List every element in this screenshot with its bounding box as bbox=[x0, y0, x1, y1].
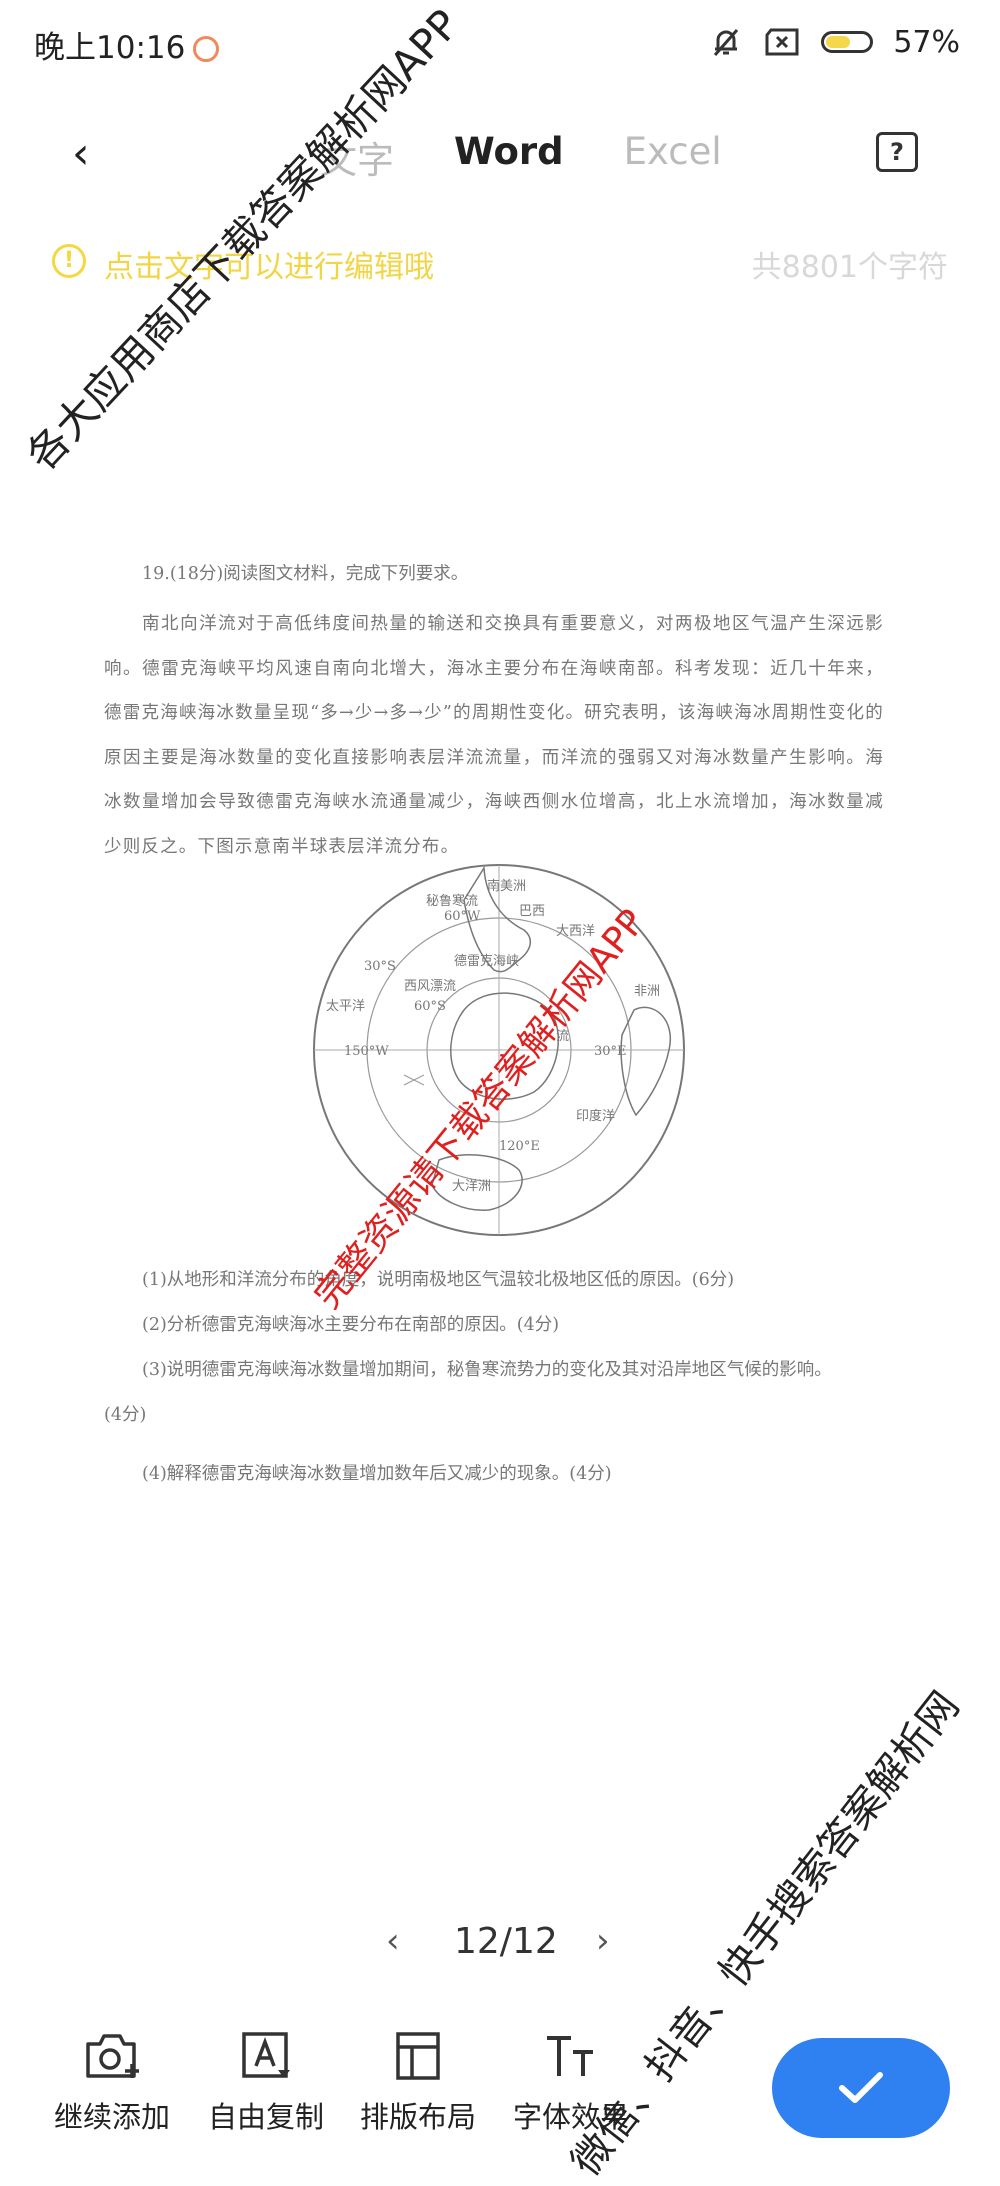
tab-word[interactable]: Word bbox=[454, 130, 564, 184]
add-more-button[interactable]: 继续添加 bbox=[37, 2030, 187, 2136]
map-label-west-wind-drift: 西风漂流 bbox=[404, 978, 456, 994]
status-time: 晚上10:16 bbox=[34, 22, 220, 67]
sub-question-2: (2)分析德雷克海峡海冰主要分布在南部的原因。(4分) bbox=[142, 1315, 560, 1335]
info-icon: ! bbox=[52, 244, 86, 278]
map-label-oceania: 大洋洲 bbox=[452, 1179, 491, 1194]
free-copy-label: 自由复制 bbox=[207, 2100, 324, 2134]
map-label-pacific: 太平洋 bbox=[326, 999, 365, 1014]
map-label-lon-60w: 60°W bbox=[444, 909, 481, 924]
map-label-lon-120e: 120°E bbox=[499, 1139, 540, 1154]
check-icon bbox=[839, 2072, 883, 2103]
map-label-peru-current: 秘鲁寒流 bbox=[426, 893, 478, 909]
top-nav: ‹ 文字 Word Excel ? bbox=[0, 110, 1000, 200]
notification-icon bbox=[193, 36, 220, 62]
map-label-drake-passage: 德雷克海峡 bbox=[454, 954, 519, 969]
tab-excel[interactable]: Excel bbox=[624, 130, 722, 184]
text-select-icon bbox=[242, 2032, 290, 2078]
page-number: 12/12 bbox=[454, 1921, 558, 1962]
question-title: 19.(18分)阅读图文材料，完成下列要求。 bbox=[142, 564, 469, 584]
sub-question-4: (4)解释德雷克海峡海冰数量增加数年后又减少的现象。(4分) bbox=[142, 1464, 612, 1484]
map-label-africa: 非洲 bbox=[634, 984, 660, 999]
map-label-lat-30s: 30°S bbox=[364, 959, 396, 974]
map-label-lat-60s: 60°S bbox=[414, 999, 446, 1014]
map-label-lon-150w: 150°W bbox=[344, 1044, 389, 1059]
bottom-toolbar: 继续添加 自由复制 排版布局 字体效果 bbox=[0, 2030, 1000, 2167]
camera-add-icon bbox=[86, 2034, 139, 2078]
char-count: 共8801个字符 bbox=[751, 250, 948, 285]
battery-fill bbox=[826, 36, 851, 48]
next-page-button[interactable]: › bbox=[596, 1921, 610, 1961]
layout-button[interactable]: 排版布局 bbox=[343, 2030, 493, 2136]
font-effect-button[interactable]: 字体效果 bbox=[496, 2030, 646, 2136]
battery-icon bbox=[821, 31, 874, 53]
status-bar: 晚上10:16 57% bbox=[0, 0, 1000, 86]
sub-question-3-score: (4分) bbox=[104, 1405, 147, 1425]
page-navigator: ‹ 12/12 › bbox=[0, 1915, 1000, 1975]
font-effect-label: 字体效果 bbox=[512, 2100, 629, 2134]
layout-icon bbox=[396, 2032, 440, 2080]
map-label-lon-30e: 30°E bbox=[594, 1044, 627, 1059]
sim-off-icon bbox=[765, 28, 799, 56]
prev-page-button[interactable]: ‹ bbox=[386, 1921, 400, 1961]
free-copy-button[interactable]: 自由复制 bbox=[191, 2030, 341, 2136]
status-right: 57% bbox=[709, 20, 960, 64]
sub-question-3: (3)说明德雷克海峡海冰数量增加期间，秘鲁寒流势力的变化及其对沿岸地区气候的影响… bbox=[142, 1360, 832, 1380]
map-label-south-america: 南美洲 bbox=[487, 878, 526, 894]
back-button[interactable]: ‹ bbox=[72, 128, 90, 179]
confirm-button[interactable] bbox=[772, 2038, 950, 2138]
map-label-brazil: 巴西 bbox=[519, 904, 545, 919]
status-time-text: 晚上10:16 bbox=[34, 30, 186, 66]
add-more-label: 继续添加 bbox=[53, 2100, 170, 2134]
help-icon[interactable]: ? bbox=[876, 132, 918, 172]
font-icon bbox=[547, 2036, 593, 2076]
mute-bell-icon bbox=[714, 29, 739, 56]
sub-question-1: (1)从地形和洋流分布的角度，说明南极地区气温较北极地区低的原因。(6分) bbox=[142, 1270, 735, 1290]
mode-tabs: 文字 Word Excel bbox=[320, 130, 722, 184]
battery-percent: 57% bbox=[893, 24, 960, 60]
question-paragraph: 南北向洋流对于高低纬度间热量的输送和交换具有重要意义，对两极地区气温产生深远影响… bbox=[104, 614, 884, 857]
map-label-indian-ocean: 印度洋 bbox=[576, 1108, 615, 1124]
layout-label: 排版布局 bbox=[359, 2100, 476, 2134]
